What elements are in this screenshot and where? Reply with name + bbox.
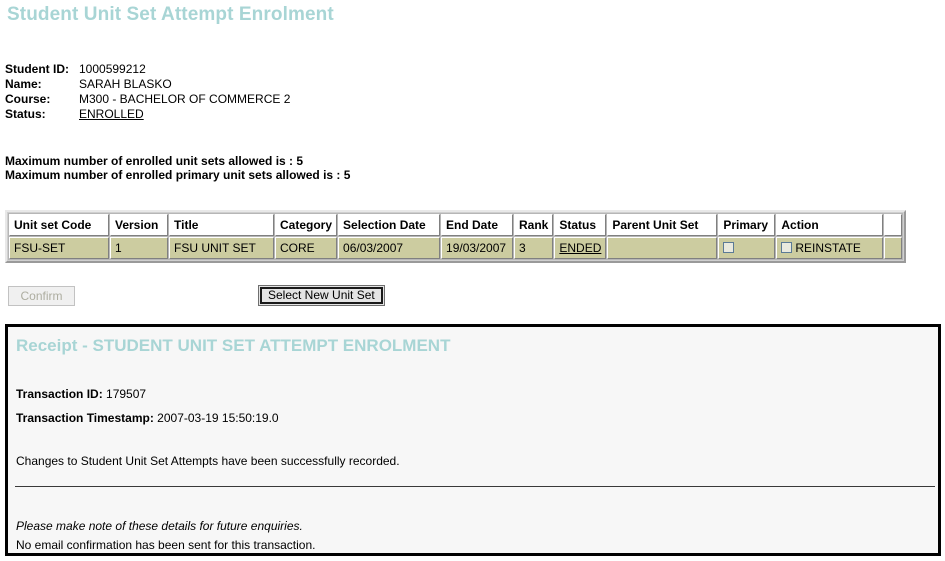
column-header-status: Status [554,214,607,236]
column-header-end-date: End Date [441,214,514,236]
column-header-action: Action [776,214,884,236]
receipt-transaction-id: Transaction ID: 179507 [16,387,146,401]
receipt-timestamp-label: Transaction Timestamp: [16,411,154,425]
student-status-label: Status: [5,107,46,121]
student-id-row: Student ID: 1000599212 [5,62,290,77]
column-header-category: Category [275,214,338,236]
column-header-unit-set-code: Unit set Code [9,214,109,236]
cell-action: REINSTATE [776,237,884,259]
receipt-timestamp: Transaction Timestamp: 2007-03-19 15:50:… [16,411,279,425]
student-course-label: Course: [5,92,51,106]
receipt-title-prefix: Receipt - [16,336,93,355]
select-new-unit-set-button[interactable]: Select New Unit Set [258,285,385,306]
receipt-panel: Receipt - STUDENT UNIT SET ATTEMPT ENROL… [5,324,941,556]
receipt-title: Receipt - STUDENT UNIT SET ATTEMPT ENROL… [16,336,450,356]
student-status-row: Status: ENROLLED [5,107,290,122]
enrolment-limits: Maximum number of enrolled unit sets all… [5,154,350,182]
receipt-note: Please make note of these details for fu… [16,519,303,533]
max-primary-unit-sets-line: Maximum number of enrolled primary unit … [5,168,351,182]
receipt-title-suffix: STUDENT UNIT SET ATTEMPT ENROLMENT [92,336,451,355]
column-header-rank: Rank [514,214,554,236]
receipt-success-message: Changes to Student Unit Set Attempts hav… [16,454,400,468]
cell-spacer [884,237,903,259]
student-info-block: Student ID: 1000599212 Name: SARAH BLASK… [5,62,290,122]
column-header-selection-date: Selection Date [338,214,441,236]
unit-set-table: Unit set Code Version Title Category Sel… [8,213,904,260]
cell-status: ENDED [554,237,607,259]
column-header-parent-unit-set: Parent Unit Set [607,214,718,236]
unit-set-table-container: Unit set Code Version Title Category Sel… [5,210,907,263]
cell-rank: 3 [514,237,554,259]
column-header-spacer [884,214,903,236]
column-header-primary: Primary [718,214,776,236]
reinstate-label: REINSTATE [795,241,861,255]
cell-selection-date: 06/03/2007 [338,237,441,259]
receipt-transaction-id-value: 179507 [106,387,147,401]
cell-parent-unit-set [607,237,718,259]
cell-end-date: 19/03/2007 [441,237,514,259]
student-status-link[interactable]: ENROLLED [79,107,144,121]
column-header-version: Version [110,214,168,236]
student-name-value: SARAH BLASKO [79,77,172,91]
receipt-divider [15,486,935,487]
student-name-row: Name: SARAH BLASKO [5,77,290,92]
cell-primary [718,237,776,259]
cell-category: CORE [275,237,338,259]
reinstate-checkbox[interactable] [781,242,793,253]
cell-version: 1 [110,237,168,259]
status-link[interactable]: ENDED [559,241,601,255]
page-title: Student Unit Set Attempt Enrolment [7,4,334,25]
primary-checkbox[interactable] [723,242,735,253]
receipt-timestamp-value: 2007-03-19 15:50:19.0 [157,411,279,425]
table-header-row: Unit set Code Version Title Category Sel… [9,214,903,236]
student-course-row: Course: M300 - BACHELOR OF COMMERCE 2 [5,92,290,107]
max-unit-sets-line: Maximum number of enrolled unit sets all… [5,154,304,168]
student-name-label: Name: [5,77,42,91]
student-id-label: Student ID: [5,62,69,76]
cell-title: FSU UNIT SET [169,237,274,259]
receipt-email-note: No email confirmation has been sent for … [16,538,316,552]
receipt-transaction-id-label: Transaction ID: [16,387,103,401]
table-row: FSU-SET 1 FSU UNIT SET CORE 06/03/2007 1… [9,237,903,259]
confirm-button[interactable]: Confirm [8,286,75,306]
student-id-value: 1000599212 [79,62,146,76]
student-course-value: M300 - BACHELOR OF COMMERCE 2 [79,92,291,106]
column-header-title: Title [169,214,274,236]
student-status-value: ENROLLED [79,107,290,122]
cell-unit-set-code: FSU-SET [9,237,109,259]
